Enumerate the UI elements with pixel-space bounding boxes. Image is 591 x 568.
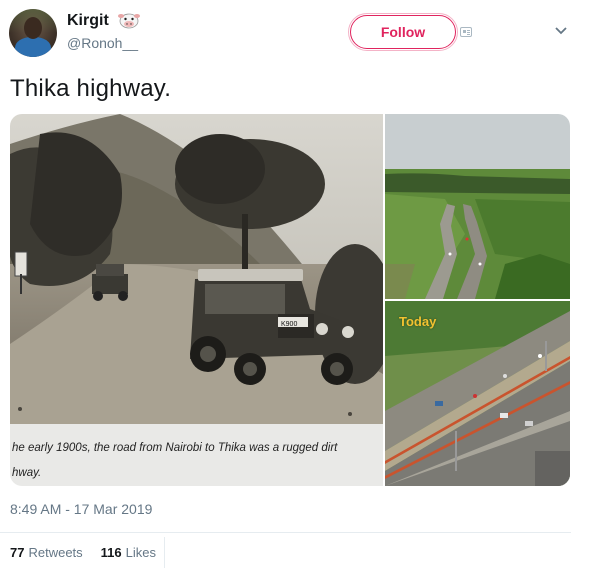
divider [0, 532, 571, 533]
user-handle[interactable]: @Ronoh__ [67, 35, 138, 51]
avatar-shirt [15, 37, 51, 57]
avatar-face [24, 17, 42, 39]
aerial-highway-photo[interactable] [385, 114, 570, 299]
retweets-count: 77 [10, 545, 25, 560]
media-grid[interactable]: K900 he early 1900s, the road from Nairo… [10, 114, 570, 486]
retweets-stat[interactable]: 77 Retweets [10, 545, 83, 560]
car-plate: K900 [281, 321, 297, 328]
tweet-timestamp[interactable]: 8:49 AM - 17 Mar 2019 [10, 501, 152, 517]
badge-icon [460, 27, 472, 37]
chevron-down-icon[interactable] [554, 26, 568, 36]
tweet-stats: 77 Retweets 116 Likes [10, 545, 156, 560]
historic-road-photo[interactable]: K900 [10, 114, 383, 424]
historic-photo-graphic: K900 [10, 114, 383, 424]
caption-line-2: hway. [12, 467, 42, 479]
likes-stat[interactable]: 116 Likes [101, 545, 156, 560]
caption-line-1: he early 1900s, the road from Nairobi to… [12, 442, 338, 454]
avatar[interactable] [9, 9, 57, 57]
user-name[interactable]: Kirgit [67, 12, 109, 30]
retweets-label: Retweets [28, 545, 83, 560]
tweet-text: Thika highway. [10, 75, 172, 102]
likes-label: Likes [125, 545, 157, 560]
cow-emoji-icon [118, 13, 140, 29]
photo-caption: he early 1900s, the road from Nairobi to… [10, 424, 383, 486]
likes-count: 116 [100, 545, 122, 560]
follow-button[interactable]: Follow [348, 13, 458, 51]
today-label: Today [399, 314, 437, 329]
aerial-photo-graphic [385, 114, 570, 299]
stat-divider [164, 537, 165, 568]
modern-highway-photo[interactable]: Today [385, 301, 570, 486]
